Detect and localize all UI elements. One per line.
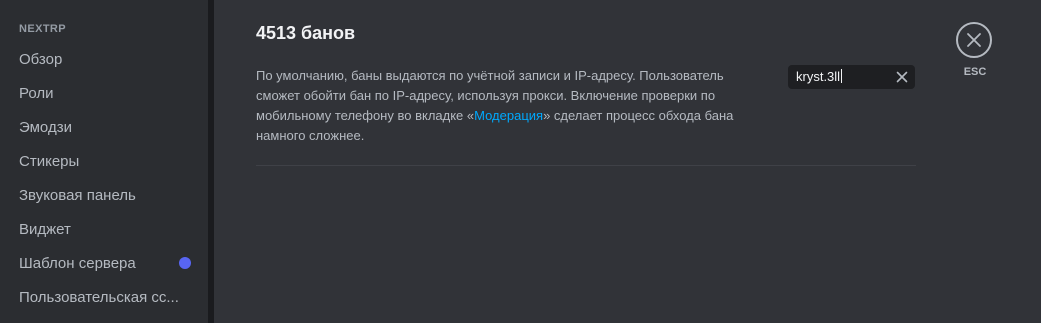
sidebar-item-emoji[interactable]: Эмодзи	[10, 111, 198, 143]
sidebar-item-label: Шаблон сервера	[19, 255, 136, 272]
sidebar-item-overview[interactable]: Обзор	[10, 43, 198, 75]
sidebar-server-name: NEXTRP	[19, 23, 67, 35]
sidebar-item-soundboard[interactable]: Звуковая панель	[10, 179, 198, 211]
sidebar-item-label: Стикеры	[19, 153, 80, 170]
sidebar-item-server-template[interactable]: Шаблон сервера	[10, 247, 198, 279]
sidebar-item-label: Виджет	[19, 221, 71, 238]
bans-description: По умолчанию, баны выдаются по учётной з…	[256, 66, 756, 146]
sidebar-item-label: Звуковая панель	[19, 187, 136, 204]
close-icon[interactable]	[894, 69, 910, 85]
settings-sidebar: NEXTRP Обзор Роли Эмодзи Стикеры Звукова…	[0, 0, 208, 323]
sidebar-item-label: Пользовательская сс...	[19, 289, 179, 306]
page-title: 4513 банов	[256, 23, 356, 43]
search-value-text: kryst.3ll	[796, 69, 841, 84]
ban-search-input[interactable]: kryst.3ll	[796, 69, 843, 84]
sidebar-item-roles[interactable]: Роли	[10, 77, 198, 109]
sidebar-item-label: Эмодзи	[19, 119, 72, 136]
close-settings-button[interactable]	[956, 22, 992, 58]
server-settings-window: NEXTRP Обзор Роли Эмодзи Стикеры Звукова…	[0, 0, 1041, 323]
text-caret	[841, 69, 843, 83]
sidebar-item-custom-link[interactable]: Пользовательская сс...	[10, 281, 198, 313]
sidebar-item-stickers[interactable]: Стикеры	[10, 145, 198, 177]
sidebar-item-label: Обзор	[19, 51, 63, 68]
notification-dot	[179, 257, 191, 269]
divider	[256, 165, 916, 166]
sidebar-item-widget[interactable]: Виджет	[10, 213, 198, 245]
close-circle-icon	[967, 33, 981, 47]
esc-label: ESC	[963, 66, 987, 78]
moderation-link[interactable]: Модерация	[474, 108, 543, 123]
bans-content: 4513 банов По умолчанию, баны выдаются п…	[214, 0, 1041, 323]
sidebar-item-label: Роли	[19, 85, 54, 102]
ban-search-box[interactable]: kryst.3ll	[788, 65, 915, 89]
